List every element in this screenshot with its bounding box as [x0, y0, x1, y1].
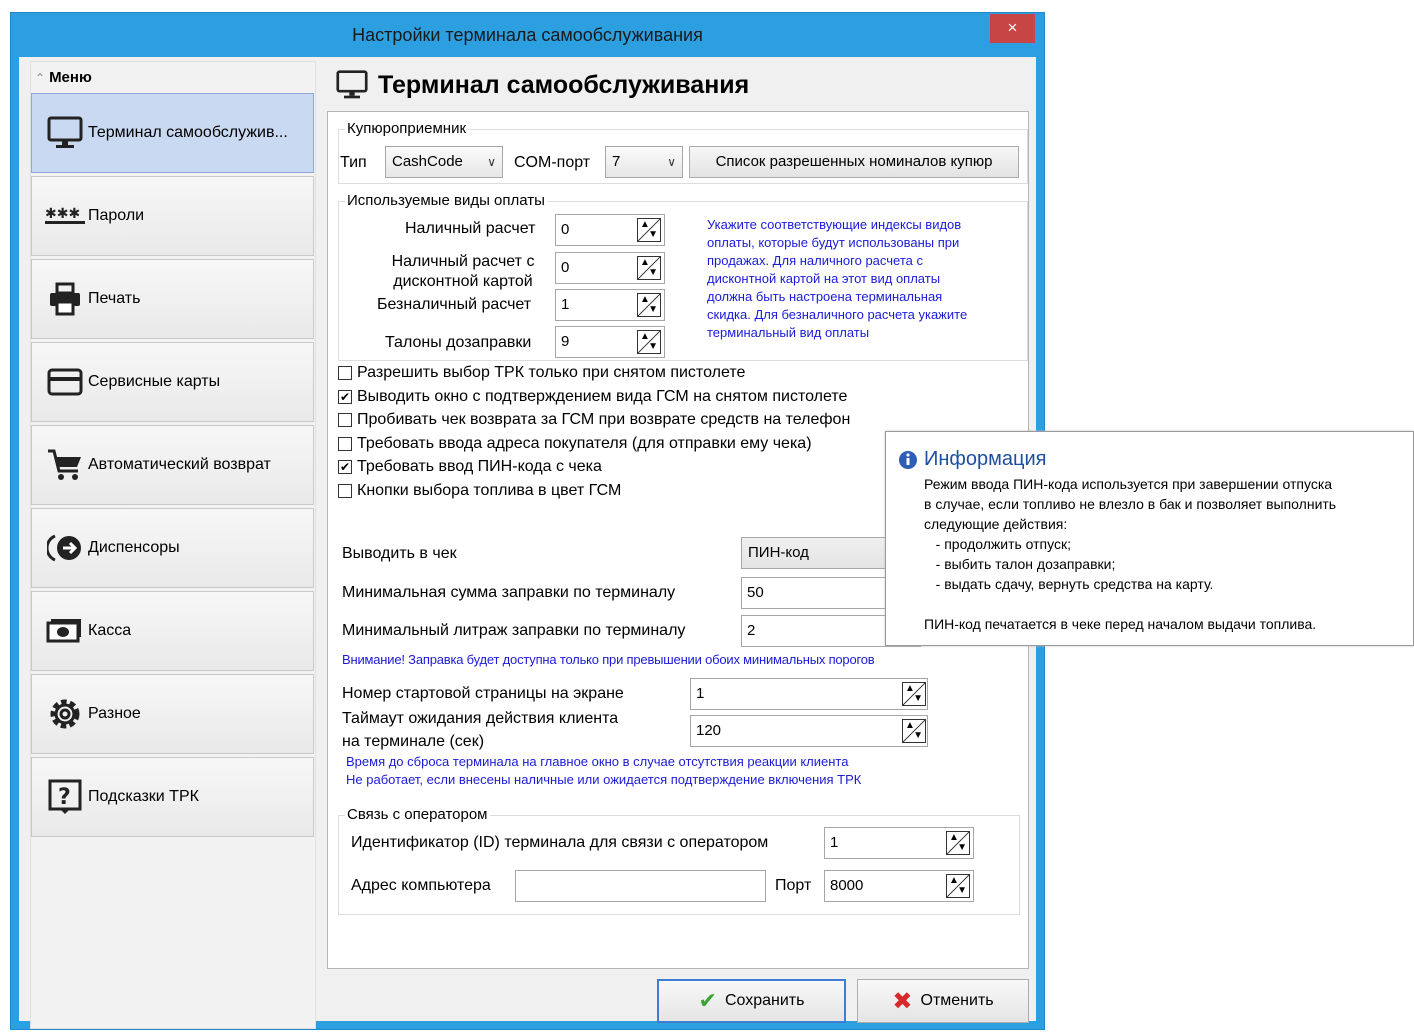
card-icon — [42, 359, 88, 405]
com-port-select[interactable]: 7 ∨ — [605, 146, 683, 178]
sidebar-item-label: Разное — [88, 705, 141, 722]
payment-types-note: Укажите соответствующие индексы видов оп… — [707, 217, 968, 340]
checkbox-checked[interactable]: ✔ — [338, 460, 352, 474]
bill-acceptor-group: Купюроприемник Тип CashCode ∨ COM-порт 7 ∨… — [338, 120, 1028, 184]
window-title: Настройки терминала самообслуживания — [352, 25, 703, 45]
spin-icon[interactable]: ▲ ▼ — [637, 218, 661, 242]
close-button[interactable]: × — [990, 14, 1035, 43]
checkbox-return-receipt[interactable]: Пробивать чек возврата за ГСМ при возвра… — [338, 409, 850, 431]
svg-text:?: ? — [58, 785, 71, 810]
chevron-down-icon: ∨ — [667, 155, 676, 169]
sidebar-item-terminal[interactable]: Терминал самообслужив... — [31, 93, 314, 173]
spin-icon[interactable]: ▲ ▼ — [637, 256, 661, 280]
payment-discount-label: Наличный расчет с дисконтной картой — [391, 253, 535, 290]
computer-address-label: Адрес компьютера — [351, 877, 491, 894]
cancel-button[interactable]: ✖ Отменить — [857, 979, 1029, 1023]
sidebar-item-label: Сервисные карты — [88, 373, 221, 390]
port-label: Порт — [775, 877, 812, 894]
chevron-down-icon: ∨ — [487, 155, 496, 169]
menu-header[interactable]: ⌃ Меню — [31, 62, 315, 93]
timeout-note-2: Не работает, если внесены наличные или о… — [346, 772, 862, 787]
window-client-area: ⌃ Меню Терминал самообслужив... ✱✱✱ Парол… — [19, 57, 1036, 1029]
sidebar-item-label: Пароли — [88, 207, 145, 224]
spin-icon[interactable]: ▲ ▼ — [637, 293, 661, 317]
monitor-icon — [336, 70, 368, 99]
save-button[interactable]: ✔ Сохранить — [657, 979, 846, 1023]
timeout-note-1: Время до сброса терминала на главное окн… — [346, 754, 849, 769]
operator-group: Связь с оператором Идентификатор (ID) те… — [338, 806, 1020, 915]
group-title: Купюроприемник — [345, 120, 469, 137]
tooltip-body: Режим ввода ПИН-кода используется при за… — [924, 476, 1337, 632]
sidebar-item-misc[interactable]: Разное — [31, 674, 314, 754]
sidebar-item-label: Печать — [88, 290, 141, 307]
sidebar-item-label: Автоматический возврат — [88, 456, 271, 473]
page-title: Терминал самообслуживания — [336, 63, 749, 107]
gear-icon — [42, 691, 88, 737]
group-title: Связь с оператором — [345, 806, 490, 823]
checkbox-fuel-colors[interactable]: Кнопки выбора топлива в цвет ГСМ — [338, 480, 621, 502]
sidebar-item-label: Терминал самообслужив... — [88, 124, 288, 141]
timeout-label-line1: Таймаут ожидания действия клиента — [342, 710, 619, 727]
min-volume-label: Минимальный литраж заправки по терминалу — [342, 622, 686, 639]
cart-icon — [42, 442, 88, 488]
payment-types-group: Используемые виды оплаты Наличный расчет… — [338, 192, 1028, 361]
operator-id-label: Идентификатор (ID) терминала для связи с… — [351, 834, 769, 851]
monitor-icon — [42, 110, 88, 156]
group-title: Используемые виды оплаты — [345, 192, 547, 209]
checkbox-require-address[interactable]: Требовать ввода адреса покупателя (для о… — [338, 433, 812, 455]
checkbox[interactable] — [338, 484, 352, 498]
checkbox-allow-pump-select[interactable]: Разрешить выбор ТРК только при снятом пи… — [338, 362, 745, 384]
com-port-label: COM-порт — [514, 154, 591, 171]
sidebar-item-service-cards[interactable]: Сервисные карты — [31, 342, 314, 422]
spin-icon[interactable]: ▲ ▼ — [946, 874, 970, 898]
page-title-text: Терминал самообслуживания — [378, 70, 750, 99]
spin-icon[interactable]: ▲ ▼ — [637, 330, 661, 354]
checkbox[interactable] — [338, 366, 352, 380]
sidebar-item-hints[interactable]: ? Подсказки ТРК — [31, 757, 314, 837]
checkbox-checked[interactable]: ✔ — [338, 390, 352, 404]
dispenser-icon — [42, 525, 88, 571]
type-select[interactable]: CashCode ∨ — [385, 146, 503, 178]
printer-icon — [42, 276, 88, 322]
info-icon — [899, 450, 917, 469]
spin-icon[interactable]: ▲ ▼ — [946, 831, 970, 855]
payment-cash-label: Наличный расчет — [405, 220, 536, 237]
cross-icon: ✖ — [892, 987, 913, 1015]
svg-text:✱✱✱: ✱✱✱ — [45, 206, 80, 222]
checkbox-require-pin[interactable]: ✔ Требовать ввод ПИН-кода с чека — [338, 456, 602, 478]
denominations-button[interactable]: Список разрешенных номиналов купюр — [689, 146, 1019, 178]
receipt-label: Выводить в чек — [342, 545, 457, 562]
payment-coupons-label: Талоны дозаправки — [385, 334, 532, 351]
sidebar-item-cash[interactable]: Касса — [31, 591, 314, 671]
sidebar-item-auto-return[interactable]: Автоматический возврат — [31, 425, 314, 505]
sidebar-item-label: Диспенсоры — [88, 539, 180, 556]
collapse-icon: ⌃ — [35, 71, 46, 85]
sidebar-item-print[interactable]: Печать — [31, 259, 314, 339]
min-threshold-note: Внимание! Заправка будет доступна только… — [342, 652, 875, 667]
min-sum-label: Минимальная сумма заправки по терминалу — [342, 584, 676, 601]
timeout-label-line2: на терминале (сек) — [342, 733, 485, 750]
timeout-input[interactable]: 120 — [690, 715, 928, 747]
checkmark-icon: ✔ — [698, 988, 717, 1013]
help-icon: ? — [42, 774, 88, 820]
info-tooltip: Информация Режим ввода ПИН-кода использу… — [885, 431, 1414, 646]
sidebar-item-passwords[interactable]: ✱✱✱ Пароли — [31, 176, 314, 256]
start-page-input[interactable]: 1 — [690, 678, 928, 710]
checkbox-confirm-fuel[interactable]: ✔ Выводить окно с подтверждением вида ГСМ… — [338, 386, 847, 408]
spin-icon[interactable]: ▲ ▼ — [902, 682, 926, 706]
checkbox[interactable] — [338, 437, 352, 451]
start-page-label: Номер стартовой страницы на экране — [342, 685, 624, 702]
sidebar-item-label: Касса — [88, 622, 132, 639]
spin-icon[interactable]: ▲ ▼ — [902, 719, 926, 743]
type-label: Тип — [340, 154, 367, 171]
sidebar-item-dispensers[interactable]: Диспенсоры — [31, 508, 314, 588]
payment-cashless-label: Безналичный расчет — [377, 296, 532, 313]
sidebar-menu: ⌃ Меню Терминал самообслужив... ✱✱✱ Парол… — [30, 61, 316, 1029]
sidebar-item-label: Подсказки ТРК — [88, 788, 199, 805]
checkbox[interactable] — [338, 413, 352, 427]
password-icon: ✱✱✱ — [42, 193, 88, 239]
money-icon — [42, 608, 88, 654]
computer-address-input[interactable] — [515, 870, 766, 902]
tooltip-title: Информация — [898, 448, 1046, 471]
